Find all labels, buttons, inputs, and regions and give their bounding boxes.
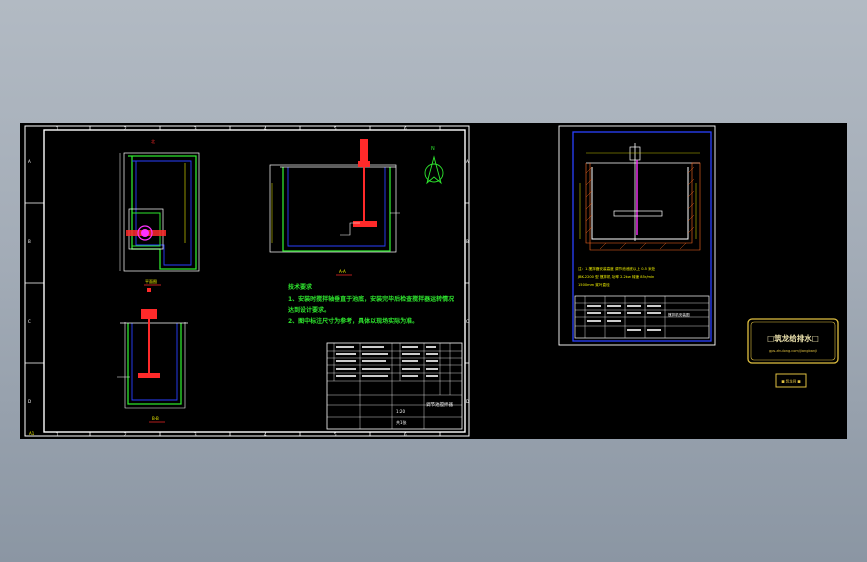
title-block-cells: [336, 346, 438, 377]
title-block-scale: 1:20: [396, 409, 405, 414]
notes-line-2: 达到设计要求。: [288, 306, 330, 314]
notes-title: 技术要求: [288, 283, 313, 291]
section-aa-motor: [360, 139, 368, 163]
zone-ticks: [25, 126, 469, 436]
svg-text:D: D: [28, 399, 31, 404]
right-notes: 注：1.搅拌器安装高度 调节池池底以上 0.5 米处 JBK-2200 型 搅拌…: [577, 266, 656, 287]
tech-notes: 技术要求 1、安装时搅拌轴垂直于池底，安装完毕后检查搅拌器运转情况 达到设计要求…: [288, 283, 454, 325]
sheet-left: 123 456 123 456 ABCD ABCD A1 北 平面图 A-A N…: [24, 125, 470, 437]
zhulong-stamp: □筑龙给排水□ gps.zhulong.com/jiangbanji ■ 筑龙网…: [747, 318, 839, 388]
section-aa-wall: [282, 167, 391, 252]
right-impeller: [613, 210, 663, 217]
section-aa-outline: [269, 164, 397, 253]
title-block-grid: [327, 343, 462, 429]
plan-label: 平面图: [145, 278, 157, 284]
svg-text:C: C: [466, 319, 469, 324]
section-aa: A-A: [269, 139, 400, 276]
svg-text:A: A: [466, 159, 469, 164]
sheet-outer-frame: [24, 125, 470, 437]
section-bb-motor: [141, 309, 157, 319]
stamp-tag: ■ 筑龙网 ■: [781, 379, 800, 384]
cad-canvas[interactable]: 123 456 123 456 ABCD ABCD A1 北 平面图 A-A N…: [20, 123, 847, 439]
section-aa-mount: [358, 161, 370, 167]
section-bb-inner: [131, 323, 178, 401]
title-block-name: 调节池搅拌器: [426, 401, 453, 408]
svg-text:D: D: [466, 399, 469, 404]
section-bb: B-B: [117, 288, 188, 423]
sheet-right: 注：1.搅拌器安装高度 调节池池底以上 0.5 米处 JBK-2200 型 搅拌…: [558, 125, 716, 346]
section-bb-motor-cap: [147, 288, 151, 292]
right-note-3: 1500mm 桨叶直径: [578, 282, 610, 287]
plan-sump: [128, 208, 164, 250]
right-title-block: 搅拌机安装图: [574, 295, 710, 339]
notes-line-3: 2、图中标注尺寸为参考，具体以现场实际为准。: [288, 317, 418, 325]
corner-tag: A1: [29, 431, 35, 436]
right-tank-hatch: [585, 162, 701, 251]
right-tank-hatching: [585, 166, 695, 250]
right-note-2: JBK-2200 型 搅拌机 功率 2.2kw 转速 85r/min: [577, 274, 654, 279]
section-bb-outline: [124, 322, 186, 409]
notes-line-1: 1、安装时搅拌轴垂直于池底，安装完毕后检查搅拌器运转情况: [288, 295, 454, 303]
north-arrow: N: [424, 146, 444, 185]
title-block-frame: [326, 342, 463, 430]
north-pointer: [426, 155, 442, 185]
plan-outer-dim: [123, 152, 200, 272]
section-bb-impeller: [138, 373, 160, 378]
section-aa-inner: [287, 167, 386, 247]
section-aa-impeller: [353, 221, 377, 227]
right-title-grid: [575, 296, 709, 338]
section-bb-wall: [127, 323, 182, 405]
north-letter: N: [431, 146, 435, 152]
stamp-title: □筑龙给排水□: [767, 333, 819, 343]
title-block-left: 调节池搅拌器 1:20 共1张: [326, 342, 463, 430]
plan-view: 北 平面图: [119, 138, 200, 286]
right-title-cells: [587, 305, 661, 331]
svg-text:A: A: [28, 159, 31, 164]
right-tank-wall: [591, 167, 689, 240]
plan-top-mark: 北: [151, 138, 155, 144]
svg-text:B: B: [28, 239, 31, 244]
cad-drawing: 123 456 123 456 ABCD ABCD A1 北 平面图 A-A N…: [24, 125, 839, 437]
svg-text:B: B: [466, 239, 469, 244]
right-note-1: 注：1.搅拌器安装高度 调节池池底以上 0.5 米处: [578, 266, 656, 271]
stamp-subtitle: gps.zhulong.com/jiangbanji: [769, 349, 817, 353]
plan-agitator-hub: [141, 229, 149, 237]
title-block-sheet: 共1张: [396, 419, 407, 425]
right-title-name: 搅拌机安装图: [668, 312, 690, 317]
section-bb-label: B-B: [152, 416, 159, 421]
right-tank-section: [579, 143, 701, 251]
zone-marks: 123 456 123 456 ABCD ABCD: [28, 126, 469, 437]
section-aa-label: A-A: [339, 269, 346, 274]
svg-text:C: C: [28, 319, 31, 324]
sheet-inner-frame: [43, 129, 466, 433]
